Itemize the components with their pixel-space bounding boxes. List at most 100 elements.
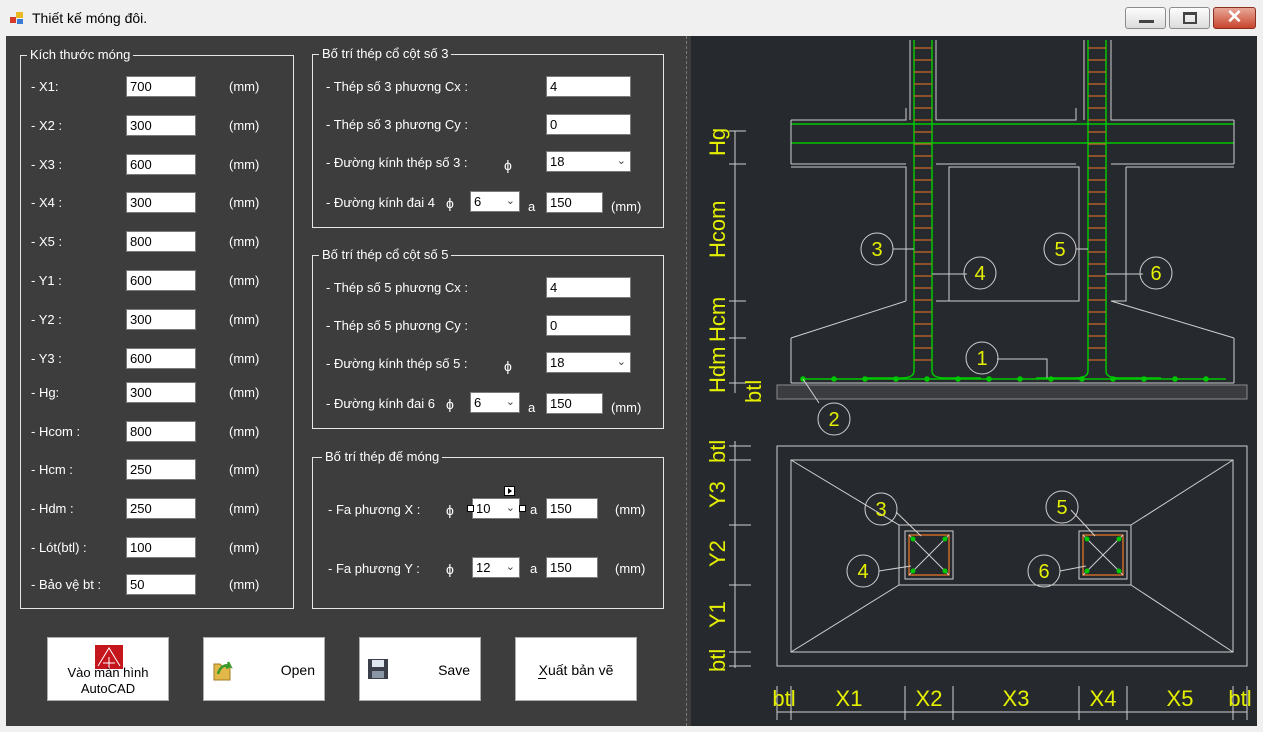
col5-tie-spacing-input[interactable]: 150 bbox=[546, 393, 603, 414]
dim-label: - Bảo vệ bt : bbox=[31, 577, 102, 592]
col3-tie-spacing-input[interactable]: 150 bbox=[546, 192, 603, 213]
dim-label: - X2 : bbox=[31, 118, 63, 133]
selected-value: 6 bbox=[474, 395, 482, 410]
open-button[interactable]: Open bbox=[203, 637, 325, 701]
plan-column-3 bbox=[908, 534, 950, 576]
export-label: Xuất bản vẽ bbox=[538, 662, 614, 678]
fa-x-diameter-select[interactable]: 10 ⌄ bbox=[471, 497, 521, 520]
plan-dim-y3: Y3 bbox=[705, 481, 730, 508]
open-folder-icon bbox=[213, 661, 233, 681]
phi-symbol: ϕ bbox=[446, 502, 454, 518]
dim-input[interactable]: 800 bbox=[126, 421, 196, 442]
plan-column-5 bbox=[1082, 534, 1124, 576]
resize-handle-left[interactable] bbox=[467, 505, 474, 512]
beam-rebar bbox=[791, 123, 1234, 144]
dim-label: - Lót(btl) : bbox=[31, 540, 87, 555]
plan-dim-btl-top: btl bbox=[705, 440, 730, 463]
plan-dim-btl-right: btl bbox=[1228, 686, 1251, 711]
col3-cy-label: - Thép số 3 phương Cy : bbox=[326, 117, 469, 132]
plan-marker-3: 3 bbox=[875, 499, 886, 521]
plan-dim-x4: X4 bbox=[1090, 686, 1117, 711]
chevron-down-icon: ⌄ bbox=[505, 195, 515, 207]
unit-label: (mm) bbox=[229, 577, 260, 592]
fa-x-spacing-input[interactable]: 150 bbox=[546, 498, 598, 519]
group-title: Bố trí thép cổ cột số 3 bbox=[319, 47, 452, 61]
maximize-button[interactable] bbox=[1169, 7, 1210, 29]
main-client-area: Kích thước móng - X1: 700 (mm) - X2 :300 (mm… bbox=[6, 36, 1257, 726]
save-button[interactable]: Save bbox=[359, 637, 481, 701]
dim-input[interactable]: 300 bbox=[126, 382, 196, 403]
unit-label: (mm) bbox=[229, 273, 260, 288]
unit-label: (mm) bbox=[611, 400, 642, 415]
save-button-label: Save bbox=[438, 662, 470, 678]
cad-drawing-preview: Hg Hcom Hcm Hdm btl 3 4 5 6 1 2 3 4 5 6 … bbox=[691, 36, 1257, 726]
app-icon bbox=[10, 12, 23, 24]
dim-input[interactable]: 50 bbox=[126, 574, 196, 595]
dim-label: - Y3 : bbox=[31, 351, 62, 366]
dim-label: - X3 : bbox=[31, 157, 63, 172]
selected-value: 10 bbox=[476, 501, 491, 516]
phi-symbol: ϕ bbox=[446, 195, 454, 211]
smart-tag-icon[interactable] bbox=[504, 486, 515, 496]
plan-dim-x5: X5 bbox=[1167, 686, 1194, 711]
col3-cx-input[interactable]: 4 bbox=[546, 76, 631, 97]
dim-input[interactable]: 600 bbox=[126, 270, 196, 291]
dim-label: - X5 : bbox=[31, 234, 63, 249]
dim-input[interactable]: 700 bbox=[126, 76, 196, 97]
maximize-icon bbox=[1183, 12, 1197, 24]
save-disk-icon bbox=[368, 659, 388, 679]
dim-input[interactable]: 300 bbox=[126, 309, 196, 330]
col5-diameter-select[interactable]: 18 ⌄ bbox=[546, 352, 631, 373]
minimize-button[interactable] bbox=[1125, 7, 1166, 29]
autocad-button[interactable]: Vào màn hình AutoCAD bbox=[47, 637, 169, 701]
dim-input[interactable]: 300 bbox=[126, 115, 196, 136]
col3-cy-input[interactable]: 0 bbox=[546, 114, 631, 135]
selected-value: 18 bbox=[550, 154, 565, 169]
group-title: Bố trí thép đế móng bbox=[322, 450, 443, 464]
unit-label: (mm) bbox=[229, 501, 260, 516]
marker-leaders bbox=[802, 248, 1143, 404]
dim-input[interactable]: 100 bbox=[126, 537, 196, 558]
dim-input[interactable]: 250 bbox=[126, 498, 196, 519]
dim-label: - Hcm : bbox=[31, 462, 73, 477]
col5-cx-input[interactable]: 4 bbox=[546, 277, 631, 298]
phi-symbol: ϕ bbox=[446, 561, 454, 577]
unit-label: (mm) bbox=[229, 385, 260, 400]
a-label: a bbox=[528, 199, 536, 214]
fa-y-spacing-input[interactable]: 150 bbox=[546, 557, 598, 578]
fa-x-label: - Fa phương X : bbox=[328, 502, 421, 517]
dim-input[interactable]: 600 bbox=[126, 154, 196, 175]
dim-input[interactable]: 250 bbox=[126, 459, 196, 480]
dim-input[interactable]: 300 bbox=[126, 192, 196, 213]
col3-tie-diameter-select[interactable]: 6 ⌄ bbox=[470, 191, 520, 212]
fa-y-label: - Fa phương Y : bbox=[328, 561, 420, 576]
col3-diameter-select[interactable]: 18 ⌄ bbox=[546, 151, 631, 172]
export-drawing-button[interactable]: Xuất bản vẽ bbox=[515, 637, 637, 701]
a-label: a bbox=[530, 502, 538, 517]
window-title: Thiết kế móng đôi. bbox=[32, 10, 148, 26]
unit-label: (mm) bbox=[229, 462, 260, 477]
phi-symbol: ϕ bbox=[504, 358, 512, 374]
plan-dim-x3: X3 bbox=[1003, 686, 1030, 711]
plan-marker-5: 5 bbox=[1056, 497, 1067, 519]
close-button[interactable]: ✕ bbox=[1213, 7, 1256, 29]
col5-tie-diameter-select[interactable]: 6 ⌄ bbox=[470, 392, 520, 413]
foundation-drawing: Hg Hcom Hcm Hdm btl 3 4 5 6 1 2 3 4 5 6 … bbox=[705, 40, 1252, 720]
col5-cx-label: - Thép số 5 phương Cx : bbox=[326, 280, 469, 295]
resize-handle-right[interactable] bbox=[519, 505, 526, 512]
unit-label: (mm) bbox=[229, 195, 260, 210]
plan-dim-x2: X2 bbox=[916, 686, 943, 711]
open-button-label: Open bbox=[280, 662, 315, 678]
marker-3: 3 bbox=[871, 239, 882, 261]
col3-cx-label: - Thép số 3 phương Cx : bbox=[326, 79, 469, 94]
autocad-button-label: Vào màn hình AutoCAD bbox=[67, 665, 149, 696]
dim-label: - Hcom : bbox=[31, 424, 81, 439]
fa-y-diameter-select[interactable]: 12 ⌄ bbox=[472, 557, 520, 578]
phi-symbol: ϕ bbox=[446, 396, 454, 412]
mnemonic-underline bbox=[538, 678, 546, 679]
dim-input[interactable]: 600 bbox=[126, 348, 196, 369]
unit-label: (mm) bbox=[229, 118, 260, 133]
col3-tie-label: - Đường kính đai 4 bbox=[326, 195, 436, 210]
col5-cy-input[interactable]: 0 bbox=[546, 315, 631, 336]
dim-input[interactable]: 800 bbox=[126, 231, 196, 252]
